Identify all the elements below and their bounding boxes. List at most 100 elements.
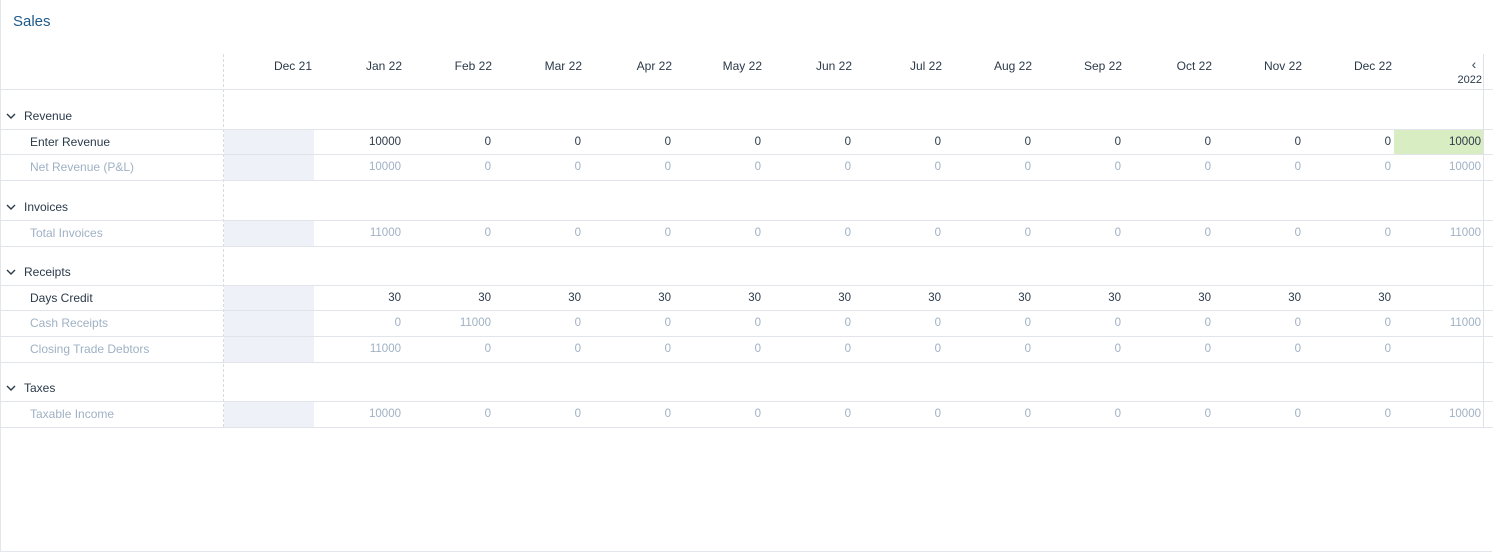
value-cell[interactable]: 30 bbox=[861, 292, 941, 304]
table-row: Cash Receipts 0 11000 0 0 0 0 0 0 0 0 0 0 11000 bbox=[0, 311, 1493, 336]
value-cell: 0 bbox=[1024, 343, 1031, 355]
table-row: Closing Trade Debtors 11000 0 0 0 0 0 0 0 0 0 0 0 bbox=[0, 337, 1493, 362]
table-row: Taxable Income 10000 0 0 0 0 0 0 0 0 0 0 0 10000 bbox=[0, 402, 1493, 427]
row-divider bbox=[0, 362, 1493, 363]
total-cell: 10000 bbox=[1394, 130, 1483, 155]
value-cell[interactable]: 30 bbox=[1221, 292, 1301, 304]
value-cell: 0 bbox=[1114, 408, 1121, 420]
value-cell: 0 bbox=[394, 317, 401, 329]
value-cell: 0 bbox=[574, 317, 581, 329]
value-cell: 0 bbox=[934, 161, 941, 173]
value-cell: 0 bbox=[1114, 317, 1121, 329]
value-cell: 0 bbox=[1204, 343, 1211, 355]
month-header-cell: Jul 22 bbox=[909, 59, 942, 73]
chevron-down-icon[interactable] bbox=[5, 382, 17, 394]
total-cell bbox=[1394, 337, 1483, 362]
value-cell: 0 bbox=[844, 161, 851, 173]
value-cell[interactable]: 0 bbox=[681, 136, 761, 148]
value-cell[interactable]: 0 bbox=[501, 136, 581, 148]
value-cell: 0 bbox=[934, 343, 941, 355]
value-cell: 10000 bbox=[369, 161, 401, 173]
value-cell: 0 bbox=[574, 343, 581, 355]
month-header-cell: Feb 22 bbox=[454, 59, 492, 73]
row-label: Cash Receipts bbox=[30, 316, 109, 330]
dec21-empty-cell bbox=[224, 337, 314, 362]
value-cell: 0 bbox=[844, 227, 851, 239]
row-label: Total Invoices bbox=[30, 226, 103, 240]
value-cell[interactable]: 0 bbox=[951, 136, 1031, 148]
value-cell: 0 bbox=[1024, 161, 1031, 173]
value-cell[interactable]: 0 bbox=[591, 136, 671, 148]
value-cell[interactable]: 30 bbox=[951, 292, 1031, 304]
value-cell: 0 bbox=[664, 343, 671, 355]
value-cell[interactable]: 0 bbox=[411, 136, 491, 148]
value-cell: 0 bbox=[1204, 408, 1211, 420]
value-cell: 0 bbox=[844, 317, 851, 329]
value-cell: 0 bbox=[664, 161, 671, 173]
dec21-empty-cell bbox=[224, 221, 314, 246]
year-label: 2022 bbox=[1457, 74, 1482, 86]
value-cell: 0 bbox=[1294, 317, 1301, 329]
value-cell[interactable]: 30 bbox=[1131, 292, 1211, 304]
value-cell[interactable]: 30 bbox=[771, 292, 851, 304]
value-cell: 0 bbox=[1114, 227, 1121, 239]
value-cell: 0 bbox=[1294, 227, 1301, 239]
table-row: Net Revenue (P&L) 10000 0 0 0 0 0 0 0 0 0 0 0 10000 bbox=[0, 155, 1493, 180]
value-cell: 0 bbox=[754, 317, 761, 329]
value-cell: 11000 bbox=[369, 343, 401, 355]
value-cell[interactable]: 0 bbox=[771, 136, 851, 148]
dec21-empty-cell bbox=[224, 311, 314, 336]
value-cell: 0 bbox=[1294, 343, 1301, 355]
value-cell[interactable]: 0 bbox=[1131, 136, 1211, 148]
value-cell: 0 bbox=[934, 408, 941, 420]
total-value: 10000 bbox=[1449, 161, 1481, 173]
value-cell[interactable]: 30 bbox=[591, 292, 671, 304]
month-header-cell: Jan 22 bbox=[365, 59, 402, 73]
row-label: Closing Trade Debtors bbox=[30, 342, 150, 356]
row-divider bbox=[0, 180, 1493, 181]
value-cell: 0 bbox=[484, 343, 491, 355]
value-cell[interactable]: 30 bbox=[411, 292, 491, 304]
value-cell[interactable]: 0 bbox=[1221, 136, 1301, 148]
value-cell[interactable]: 10000 bbox=[321, 136, 401, 148]
value-cell[interactable]: 0 bbox=[1311, 136, 1391, 148]
total-cell: 10000 bbox=[1394, 155, 1483, 180]
row-label: Days Credit bbox=[30, 291, 93, 305]
value-cell: 0 bbox=[934, 227, 941, 239]
total-value: 10000 bbox=[1449, 136, 1481, 148]
chevron-down-icon[interactable] bbox=[5, 266, 17, 278]
value-cell[interactable]: 0 bbox=[1041, 136, 1121, 148]
value-cell[interactable]: 30 bbox=[321, 292, 401, 304]
value-cell: 0 bbox=[1294, 161, 1301, 173]
section-label: Taxes bbox=[24, 381, 56, 395]
chevron-down-icon[interactable] bbox=[5, 201, 17, 213]
row-divider bbox=[0, 89, 1493, 90]
dec21-empty-cell bbox=[224, 286, 314, 311]
month-header-cell: May 22 bbox=[722, 59, 762, 73]
section-label: Revenue bbox=[24, 109, 73, 123]
value-cell: 0 bbox=[664, 317, 671, 329]
value-cell[interactable]: 30 bbox=[1311, 292, 1391, 304]
chevron-left-icon[interactable]: ‹ bbox=[1466, 56, 1482, 72]
chevron-down-icon[interactable] bbox=[5, 110, 17, 122]
month-header-cell: Mar 22 bbox=[544, 59, 582, 73]
value-cell[interactable]: 30 bbox=[1041, 292, 1121, 304]
value-cell[interactable]: 30 bbox=[501, 292, 581, 304]
row-label: Enter Revenue bbox=[30, 135, 111, 149]
row-label: Taxable Income bbox=[30, 407, 115, 421]
total-value: 11000 bbox=[1449, 227, 1481, 239]
month-header-cell: Oct 22 bbox=[1176, 59, 1212, 73]
value-cell: 0 bbox=[1204, 317, 1211, 329]
dec21-empty-cell bbox=[224, 155, 314, 180]
value-cell: 0 bbox=[1024, 317, 1031, 329]
value-cell[interactable]: 0 bbox=[861, 136, 941, 148]
value-cell: 0 bbox=[844, 408, 851, 420]
value-cell: 0 bbox=[1384, 317, 1391, 329]
row-label: Net Revenue (P&L) bbox=[30, 160, 135, 174]
value-cell: 0 bbox=[1384, 343, 1391, 355]
value-cell: 0 bbox=[754, 343, 761, 355]
value-cell: 0 bbox=[1114, 343, 1121, 355]
page-title: Sales bbox=[13, 13, 51, 30]
value-cell[interactable]: 30 bbox=[681, 292, 761, 304]
month-header-cell: Nov 22 bbox=[1263, 59, 1302, 73]
